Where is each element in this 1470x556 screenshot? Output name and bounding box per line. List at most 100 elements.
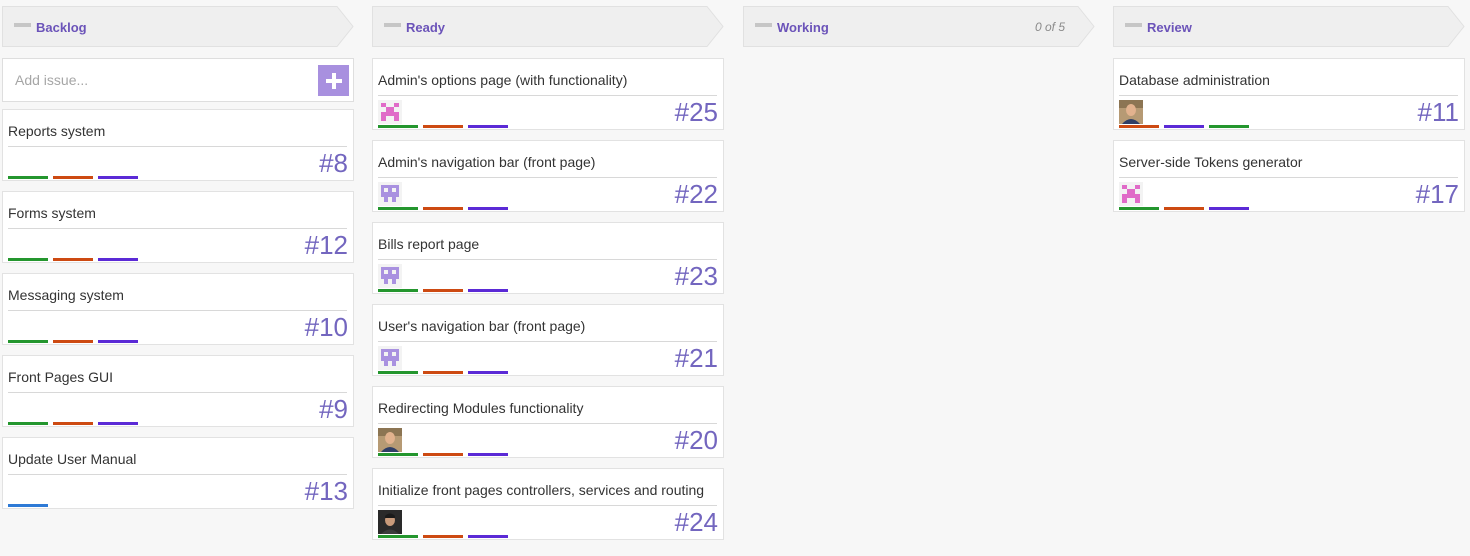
label-bars: [378, 453, 508, 456]
issue-card[interactable]: Reports system #8: [2, 109, 354, 181]
assignee-avatar[interactable]: [378, 346, 402, 370]
column-header: Ready: [372, 6, 724, 47]
card-divider: [378, 423, 717, 424]
label-bar-purple: [468, 453, 508, 456]
issue-card[interactable]: User's navigation bar (front page) #21: [372, 304, 724, 376]
issue-number[interactable]: #8: [319, 148, 348, 179]
assignee-avatar[interactable]: [378, 510, 402, 534]
label-bar-orange: [423, 289, 463, 292]
label-bar-green: [378, 453, 418, 456]
card-title: Messaging system: [8, 287, 124, 303]
label-bar-purple: [1209, 207, 1249, 210]
card-divider: [378, 177, 717, 178]
card-title: Bills report page: [378, 236, 480, 252]
issue-number[interactable]: #21: [675, 343, 718, 374]
collapse-icon[interactable]: [384, 23, 401, 27]
label-bar-green: [1119, 207, 1159, 210]
label-bars: [378, 289, 508, 292]
column-title: Backlog: [36, 20, 87, 35]
card-title: Forms system: [8, 205, 96, 221]
label-bars: [8, 258, 138, 261]
issue-card[interactable]: Admin's options page (with functionality…: [372, 58, 724, 130]
card-title: User's navigation bar (front page): [378, 318, 586, 334]
label-bar-orange: [53, 340, 93, 343]
label-bar-green: [378, 289, 418, 292]
column-backlog: Backlog Reports system #8 Forms system #12 M…: [2, 6, 354, 519]
label-bars: [378, 371, 508, 374]
label-bar-green: [378, 207, 418, 210]
label-bar-green: [8, 422, 48, 425]
card-list: Admin's options page (with functionality…: [372, 58, 724, 540]
card-title: Database administration: [1119, 72, 1270, 88]
collapse-icon[interactable]: [755, 23, 772, 27]
issue-card[interactable]: Database administration #11: [1113, 58, 1465, 130]
issue-card[interactable]: Update User Manual #13: [2, 437, 354, 509]
label-bar-green: [8, 176, 48, 179]
label-bar-orange: [53, 422, 93, 425]
card-divider: [8, 392, 347, 393]
assignee-avatar[interactable]: [378, 428, 402, 452]
collapse-icon[interactable]: [1125, 23, 1142, 27]
issue-number[interactable]: #23: [675, 261, 718, 292]
issue-card[interactable]: Server-side Tokens generator #17: [1113, 140, 1465, 212]
label-bar-blue: [8, 504, 48, 507]
assignee-avatar[interactable]: [378, 182, 402, 206]
card-divider: [378, 505, 717, 506]
card-divider: [378, 341, 717, 342]
issue-number[interactable]: #12: [305, 230, 348, 261]
label-bar-purple: [98, 422, 138, 425]
issue-number[interactable]: #10: [305, 312, 348, 343]
issue-card[interactable]: Bills report page #23: [372, 222, 724, 294]
collapse-icon[interactable]: [14, 23, 31, 27]
assignee-avatar[interactable]: [1119, 100, 1143, 124]
label-bar-green: [8, 258, 48, 261]
issue-card[interactable]: Initialize front pages controllers, serv…: [372, 468, 724, 540]
card-title: Redirecting Modules functionality: [378, 400, 584, 416]
issue-number[interactable]: #9: [319, 394, 348, 425]
label-bar-orange: [423, 207, 463, 210]
assignee-avatar[interactable]: [1119, 182, 1143, 206]
card-title: Initialize front pages controllers, serv…: [378, 482, 705, 498]
label-bar-green: [8, 340, 48, 343]
card-title: Update User Manual: [8, 451, 137, 467]
label-bar-green: [1209, 125, 1249, 128]
issue-number[interactable]: #25: [675, 97, 718, 128]
label-bars: [1119, 125, 1249, 128]
label-bar-green: [378, 535, 418, 538]
issue-number[interactable]: #22: [675, 179, 718, 210]
issue-card[interactable]: Messaging system #10: [2, 273, 354, 345]
issue-number[interactable]: #20: [675, 425, 718, 456]
column-review: Review Database administration #11 Server-…: [1113, 6, 1465, 222]
label-bars: [8, 504, 48, 507]
add-issue-input[interactable]: [3, 59, 315, 101]
label-bar-purple: [468, 125, 508, 128]
label-bar-purple: [98, 176, 138, 179]
card-divider: [1119, 177, 1458, 178]
issue-card[interactable]: Forms system #12: [2, 191, 354, 263]
column-header: Backlog: [2, 6, 354, 47]
issue-number[interactable]: #17: [1416, 179, 1459, 210]
label-bar-green: [378, 371, 418, 374]
label-bars: [378, 125, 508, 128]
label-bars: [8, 422, 138, 425]
issue-card[interactable]: Redirecting Modules functionality #20: [372, 386, 724, 458]
column-title: Review: [1147, 20, 1192, 35]
issue-card[interactable]: Front Pages GUI #9: [2, 355, 354, 427]
column-working: Working 0 of 5: [743, 6, 1095, 54]
label-bar-orange: [423, 125, 463, 128]
column-header: Review: [1113, 6, 1465, 47]
issue-number[interactable]: #13: [305, 476, 348, 507]
issue-number[interactable]: #24: [675, 507, 718, 538]
card-divider: [1119, 95, 1458, 96]
assignee-avatar[interactable]: [378, 264, 402, 288]
assignee-avatar[interactable]: [378, 100, 402, 124]
label-bar-orange: [53, 176, 93, 179]
label-bar-orange: [1119, 125, 1159, 128]
label-bar-orange: [423, 453, 463, 456]
label-bar-green: [378, 125, 418, 128]
label-bar-purple: [468, 535, 508, 538]
column-title: Ready: [406, 20, 446, 35]
add-issue-button[interactable]: [318, 65, 349, 96]
issue-card[interactable]: Admin's navigation bar (front page) #22: [372, 140, 724, 212]
issue-number[interactable]: #11: [1418, 97, 1459, 128]
